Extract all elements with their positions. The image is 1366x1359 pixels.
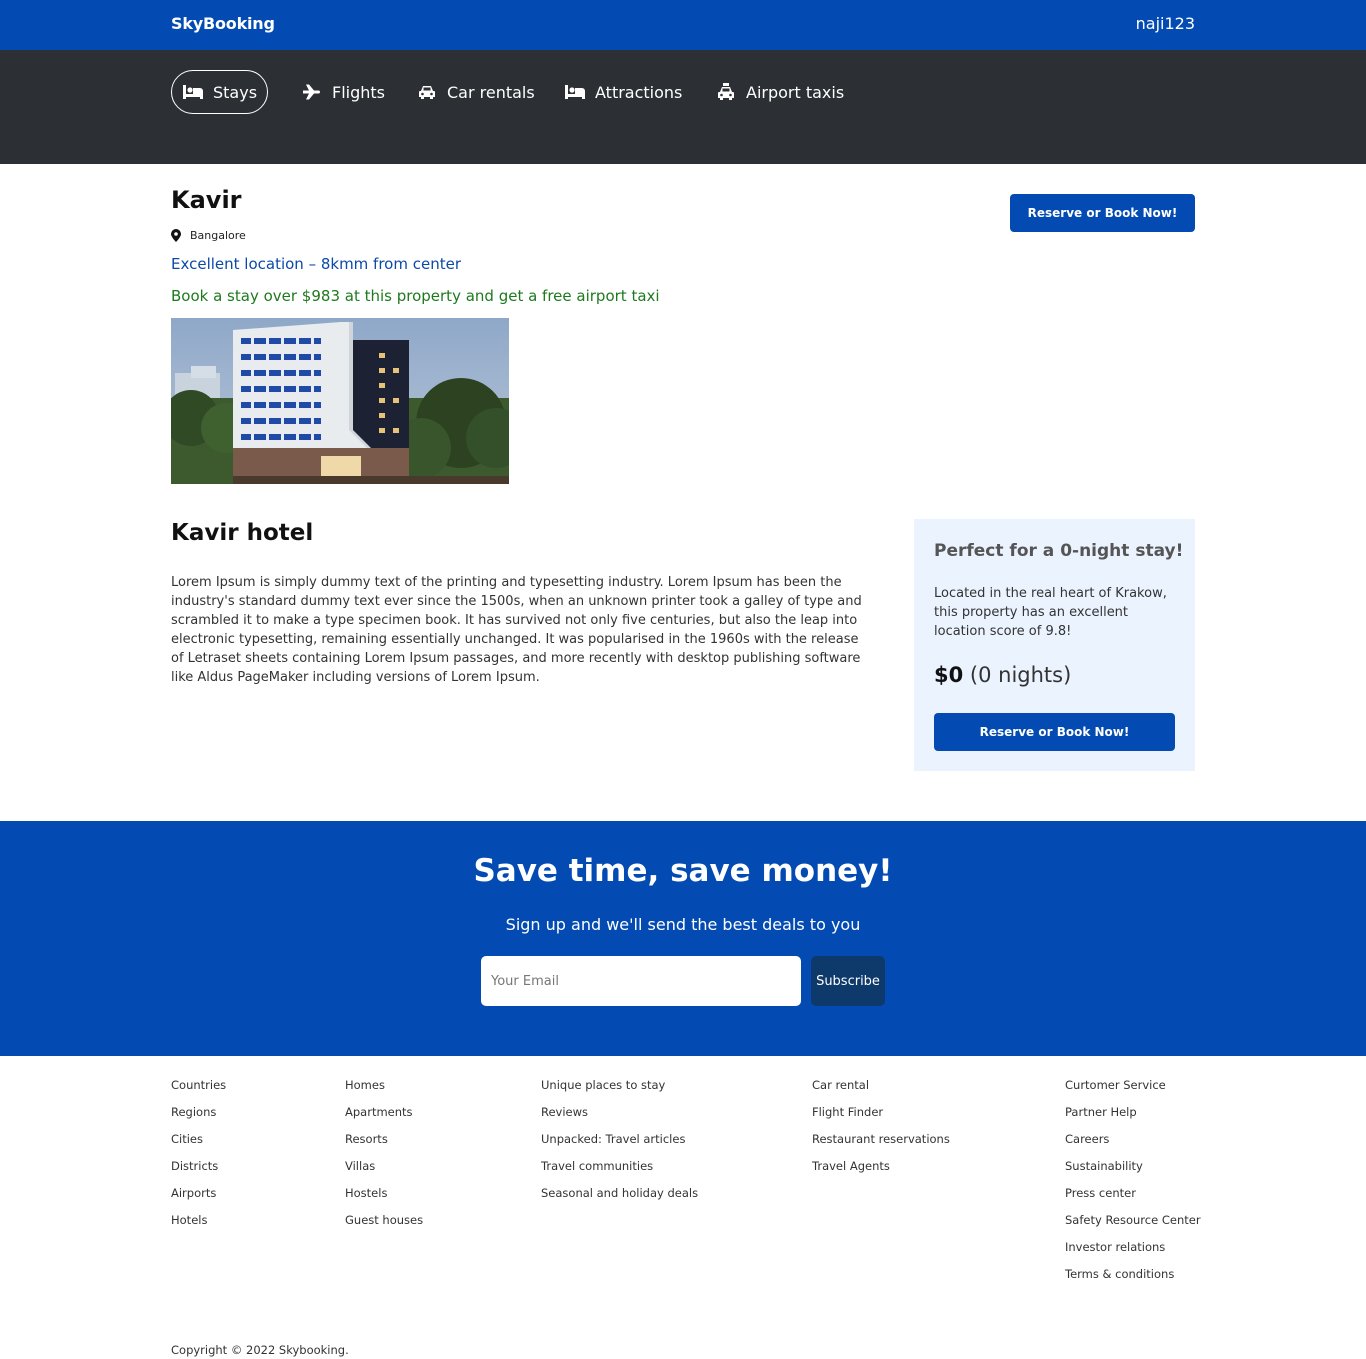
footer-link[interactable]: Sustainability	[1065, 1158, 1201, 1185]
footer-link[interactable]: Partner Help	[1065, 1104, 1201, 1131]
location-highlight: Excellent location – 8kmm from center	[171, 255, 461, 273]
plane-icon	[301, 83, 323, 101]
footer-column-destinations: Countries Regions Cities Districts Airpo…	[171, 1077, 226, 1239]
footer-link[interactable]: Reviews	[541, 1104, 698, 1131]
nav-label: Car rentals	[447, 82, 535, 102]
nav-label: Flights	[332, 82, 385, 102]
top-bar: SkyBooking naji123	[0, 0, 1366, 50]
footer-link[interactable]: Curtomer Service	[1065, 1077, 1201, 1104]
footer-column-services: Car rental Flight Finder Restaurant rese…	[812, 1077, 950, 1185]
nav-attractions[interactable]: Attractions	[564, 70, 682, 114]
nav-stays[interactable]: Stays	[171, 70, 269, 114]
car-icon	[416, 83, 438, 101]
hotel-title: Kavir	[171, 186, 242, 214]
nav-label: Airport taxis	[746, 82, 845, 102]
nights-count: (0 nights)	[969, 663, 1072, 687]
taxi-promo: Book a stay over $983 at this property a…	[171, 287, 660, 305]
footer-link[interactable]: Travel Agents	[812, 1158, 950, 1185]
price-summary: $0 (0 nights)	[934, 663, 1071, 687]
footer-link[interactable]: Countries	[171, 1077, 226, 1104]
footer-column-inspiration: Unique places to stay Reviews Unpacked: …	[541, 1077, 698, 1212]
footer-link[interactable]: Terms & conditions	[1065, 1266, 1201, 1293]
map-pin-icon	[171, 229, 181, 242]
copyright-text: Copyright © 2022 Skybooking.	[171, 1343, 349, 1357]
main-nav: Stays Flights Car rentals Attractions Ai…	[0, 50, 1366, 164]
hotel-image[interactable]	[171, 318, 509, 484]
nav-car-rentals[interactable]: Car rentals	[416, 70, 535, 114]
subscribe-button[interactable]: Subscribe	[811, 956, 885, 1006]
footer-link[interactable]: Homes	[345, 1077, 423, 1104]
footer-column-company: Curtomer Service Partner Help Careers Su…	[1065, 1077, 1201, 1293]
summary-text: Located in the real heart of Krakow, thi…	[934, 586, 1167, 639]
footer-link[interactable]: Airports	[171, 1185, 226, 1212]
bed-icon	[564, 83, 586, 101]
reserve-button-top[interactable]: Reserve or Book Now!	[1010, 194, 1195, 232]
footer-link[interactable]: Hotels	[171, 1212, 226, 1239]
footer-link[interactable]: Careers	[1065, 1131, 1201, 1158]
footer-link[interactable]: Unique places to stay	[541, 1077, 698, 1104]
description-title: Kavir hotel	[171, 520, 314, 546]
footer-link[interactable]: Regions	[171, 1104, 226, 1131]
summary-title: Perfect for a 0-night stay!	[934, 541, 1184, 561]
hotel-description: Lorem Ipsum is simply dummy text of the …	[171, 575, 862, 685]
price-value: $0	[934, 663, 964, 687]
taxi-icon	[715, 83, 737, 101]
newsletter-section: Save time, save money! Sign up and we'll…	[0, 821, 1366, 1056]
footer-link[interactable]: Unpacked: Travel articles	[541, 1131, 698, 1158]
footer-link[interactable]: Resorts	[345, 1131, 423, 1158]
email-field[interactable]	[481, 956, 801, 1006]
bed-icon	[182, 83, 204, 101]
footer-link[interactable]: Flight Finder	[812, 1104, 950, 1131]
nav-label: Attractions	[595, 82, 683, 102]
footer-link[interactable]: Press center	[1065, 1185, 1201, 1212]
nav-label: Stays	[213, 82, 258, 102]
hotel-location: Bangalore	[171, 229, 246, 242]
booking-summary: Perfect for a 0-night stay! Located in t…	[914, 519, 1195, 771]
footer-link[interactable]: Cities	[171, 1131, 226, 1158]
footer-link[interactable]: Safety Resource Center	[1065, 1212, 1201, 1239]
footer-column-property-types: Homes Apartments Resorts Villas Hostels …	[345, 1077, 423, 1239]
reserve-button-side[interactable]: Reserve or Book Now!	[934, 713, 1175, 751]
footer-link[interactable]: Travel communities	[541, 1158, 698, 1185]
footer-link[interactable]: Investor relations	[1065, 1239, 1201, 1266]
newsletter-title: Save time, save money!	[473, 853, 893, 889]
nav-airport-taxis[interactable]: Airport taxis	[715, 70, 844, 114]
user-menu[interactable]: naji123	[1136, 14, 1195, 33]
footer-link[interactable]: Guest houses	[345, 1212, 423, 1239]
footer-link[interactable]: Car rental	[812, 1077, 950, 1104]
brand-logo[interactable]: SkyBooking	[171, 14, 275, 33]
footer-link[interactable]: Restaurant reservations	[812, 1131, 950, 1158]
footer-link[interactable]: Seasonal and holiday deals	[541, 1185, 698, 1212]
footer-link[interactable]: Apartments	[345, 1104, 423, 1131]
nav-flights[interactable]: Flights	[301, 70, 385, 114]
footer-link[interactable]: Districts	[171, 1158, 226, 1185]
city-label: Bangalore	[190, 229, 246, 242]
newsletter-subtitle: Sign up and we'll send the best deals to…	[505, 915, 861, 934]
footer-link[interactable]: Villas	[345, 1158, 423, 1185]
footer-link[interactable]: Hostels	[345, 1185, 423, 1212]
